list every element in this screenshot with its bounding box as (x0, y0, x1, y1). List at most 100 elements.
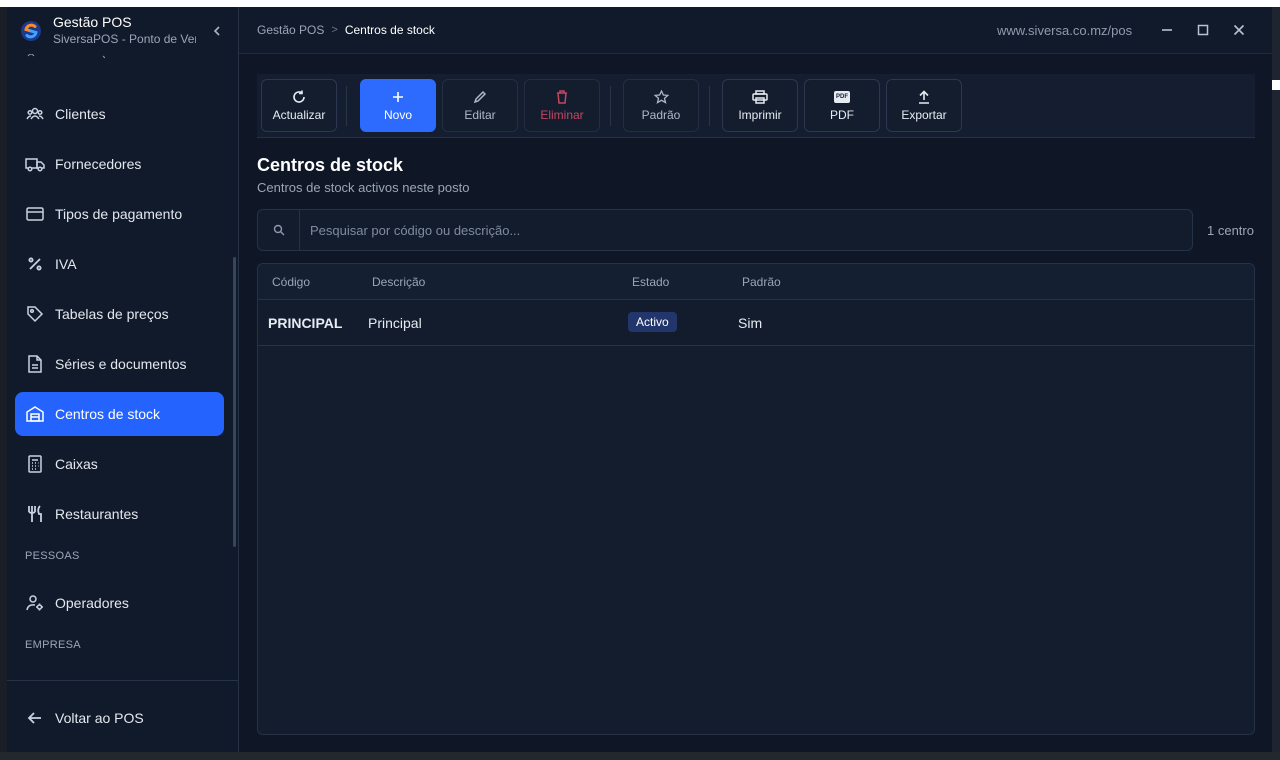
toolbar-divider (346, 86, 347, 126)
sidebar-item-tabelas-precos[interactable]: Tabelas de preços (15, 292, 224, 336)
warehouse-icon (25, 404, 45, 424)
sidebar-item-cut (25, 54, 125, 60)
export-label: Exportar (901, 108, 947, 122)
print-label: Imprimir (738, 108, 782, 122)
close-icon[interactable] (1229, 20, 1249, 40)
plus-icon (392, 89, 404, 105)
column-header-estado[interactable]: Estado (632, 275, 669, 289)
refresh-button[interactable]: Actualizar (261, 79, 337, 132)
toolbar-divider (610, 86, 611, 126)
search-input[interactable] (300, 210, 1192, 250)
breadcrumb-root[interactable]: Gestão POS (257, 23, 324, 37)
delete-button[interactable]: Eliminar (524, 79, 600, 132)
pdf-icon: PDF (834, 89, 850, 105)
sidebar-item-label: Centros de stock (55, 406, 161, 422)
pdf-label: PDF (830, 108, 854, 122)
sidebar-item-iva[interactable]: IVA (15, 242, 224, 286)
table-header: Código Descrição Estado Padrão (258, 264, 1254, 300)
collapse-sidebar-icon[interactable] (208, 22, 226, 40)
sidebar-item-label: IVA (55, 256, 77, 272)
sidebar-item-fornecedores[interactable]: Fornecedores (15, 142, 224, 186)
user-gear-icon (25, 593, 45, 613)
sidebar-item-centros-stock[interactable]: Centros de stock (15, 392, 224, 436)
sidebar: Gestão POS SiversaPOS - Ponto de Venda C… (7, 7, 239, 752)
cash-register-icon (25, 454, 45, 474)
star-icon (653, 89, 669, 105)
table-row[interactable]: PRINCIPAL Principal Activo Sim (258, 300, 1254, 346)
sidebar-item-label: Operadores (55, 595, 129, 611)
trash-icon (556, 89, 568, 105)
sidebar-item-restaurantes[interactable]: Restaurantes (15, 492, 224, 536)
sidebar-header: Gestão POS SiversaPOS - Ponto de Venda (7, 7, 238, 54)
sidebar-item-label: Tipos de pagamento (55, 206, 183, 222)
toolbar-divider (709, 86, 710, 126)
app-subtitle: SiversaPOS - Ponto de Venda (53, 32, 196, 46)
breadcrumb-separator: > (331, 24, 338, 36)
default-button[interactable]: Padrão (623, 79, 699, 132)
background-strip (1272, 80, 1280, 90)
print-button[interactable]: Imprimir (722, 79, 798, 132)
refresh-icon (292, 89, 306, 105)
sidebar-footer: Voltar ao POS (7, 680, 238, 752)
credit-card-icon (25, 204, 45, 224)
users-icon (25, 104, 45, 124)
sidebar-item-label: Clientes (55, 106, 106, 122)
toolbar: Actualizar Novo Editar Eliminar Padrão I… (257, 74, 1255, 138)
sidebar-item-tipos-pagamento[interactable]: Tipos de pagamento (15, 192, 224, 236)
pencil-icon (473, 89, 487, 105)
column-header-codigo[interactable]: Código (272, 275, 310, 289)
sidebar-item-caixas[interactable]: Caixas (15, 442, 224, 486)
sidebar-scrollbar[interactable] (233, 257, 236, 547)
sidebar-item-label: Séries e documentos (55, 356, 187, 372)
sidebar-nav: Clientes Fornecedores Tipos de pagamento… (7, 54, 238, 680)
maximize-icon[interactable] (1193, 20, 1213, 40)
new-button[interactable]: Novo (360, 79, 436, 132)
default-label: Padrão (641, 108, 681, 122)
cell-default: Sim (738, 315, 763, 331)
status-badge: Activo (628, 312, 677, 332)
sidebar-item-label: Tabelas de preços (55, 306, 169, 322)
arrow-left-icon (25, 708, 45, 728)
background-window-edge (1272, 7, 1280, 760)
percent-icon (25, 254, 45, 274)
pdf-button[interactable]: PDF PDF (804, 79, 880, 132)
minimize-icon[interactable] (1157, 20, 1177, 40)
app-logo-icon (19, 19, 43, 43)
back-to-pos-label: Voltar ao POS (55, 710, 144, 726)
page-subtitle: Centros de stock activos neste posto (257, 180, 470, 195)
site-url: www.siversa.co.mz/pos (997, 23, 1133, 38)
breadcrumb-current: Centros de stock (344, 23, 435, 37)
desktop-top-edge (0, 0, 1280, 7)
result-count: 1 centro (1207, 223, 1254, 238)
edit-label: Editar (464, 108, 496, 122)
section-empresa: EMPRESA (25, 639, 81, 651)
sidebar-item-label: Caixas (55, 456, 98, 472)
background-window-bottom (0, 752, 1280, 760)
column-header-descricao[interactable]: Descrição (372, 275, 425, 289)
column-header-padrao[interactable]: Padrão (742, 275, 781, 289)
back-to-pos-button[interactable]: Voltar ao POS (15, 696, 224, 740)
new-label: Novo (383, 108, 412, 122)
page-title: Centros de stock (257, 155, 404, 175)
upload-icon (918, 89, 930, 105)
export-button[interactable]: Exportar (886, 79, 962, 132)
printer-icon (752, 89, 768, 105)
sidebar-item-clientes[interactable]: Clientes (15, 92, 224, 136)
main-content: Gestão POS > Centros de stock www.sivers… (239, 7, 1272, 752)
cell-code: PRINCIPAL (268, 315, 343, 331)
delete-label: Eliminar (540, 108, 584, 122)
truck-icon (25, 154, 45, 174)
section-pessoas: PESSOAS (25, 550, 80, 562)
search-icon (258, 210, 300, 250)
sidebar-item-label: Fornecedores (55, 156, 142, 172)
sidebar-item-series-documentos[interactable]: Séries e documentos (15, 342, 224, 386)
sidebar-item-operadores[interactable]: Operadores (15, 581, 224, 625)
sidebar-item-label: Restaurantes (55, 506, 139, 522)
edit-button[interactable]: Editar (442, 79, 518, 132)
title-bar: Gestão POS > Centros de stock www.sivers… (239, 7, 1272, 54)
utensils-icon (25, 504, 45, 524)
cell-description: Principal (368, 315, 422, 331)
app-title: Gestão POS (53, 14, 132, 30)
stock-centers-table: Código Descrição Estado Padrão PRINCIPAL… (257, 263, 1255, 735)
document-icon (25, 354, 45, 374)
